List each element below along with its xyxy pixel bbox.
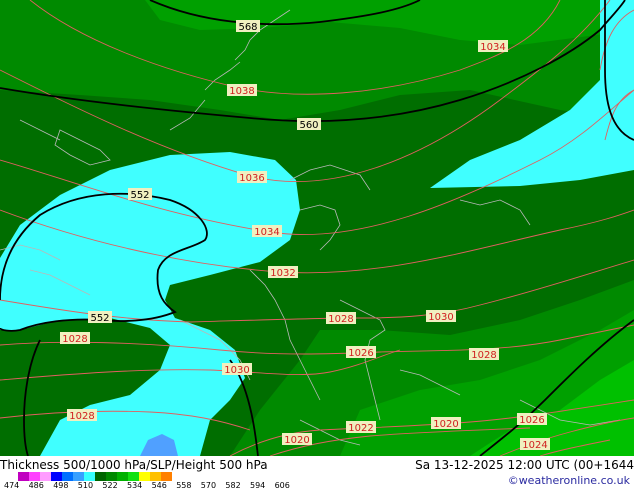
height-label: 552	[130, 190, 149, 201]
scale-tick-label: 474	[4, 481, 20, 490]
scale-tick-label: 558	[176, 481, 192, 490]
scale-swatch	[128, 472, 139, 481]
isobar-label: 1038	[229, 86, 254, 97]
isobar-label: 1028	[69, 411, 94, 422]
scale-swatch	[106, 472, 117, 481]
isobar-label: 1030	[224, 365, 249, 376]
scale-swatch	[73, 472, 84, 481]
map-title: Thickness 500/1000 hPa/SLP/Height 500 hP…	[0, 458, 268, 472]
scale-swatch	[51, 472, 62, 481]
isobar-label: 1026	[519, 415, 544, 426]
scale-tick-label: 522	[102, 481, 118, 490]
scale-tick-label: 582	[225, 481, 241, 490]
scale-swatch	[161, 472, 172, 481]
scale-tick-label: 594	[250, 481, 266, 490]
valid-time: Sa 13-12-2025 12:00 UTC (00+1644	[415, 458, 634, 472]
scale-tick-label: 606	[274, 481, 290, 490]
color-scale-bar	[18, 472, 172, 481]
scale-tick-label: 510	[77, 481, 94, 490]
isobar-label: 1028	[62, 334, 87, 345]
height-label: 552	[90, 313, 109, 324]
isobar-label: 1028	[328, 314, 353, 325]
isobar-label: 1034	[254, 227, 279, 238]
scale-swatch	[62, 472, 73, 481]
scale-tick-label: 546	[151, 481, 167, 490]
scale-swatch	[150, 472, 161, 481]
scale-swatch	[40, 472, 51, 481]
scale-tick-label: 498	[53, 481, 69, 490]
scale-swatch	[18, 472, 29, 481]
isobar-label: 1034	[480, 42, 505, 53]
credit-text: ©weatheronline.co.uk	[507, 474, 630, 487]
isobar-label: 1036	[239, 173, 264, 184]
isobar-label: 1024	[522, 440, 547, 451]
isobar-label: 1022	[348, 423, 373, 434]
isobar-label: 1028	[471, 350, 496, 361]
scale-tick-label: 534	[127, 481, 143, 490]
isobar-label: 1020	[284, 435, 309, 446]
scale-tick-label: 486	[28, 481, 44, 490]
isobar-label: 1026	[348, 348, 373, 359]
isobar-label: 1020	[433, 419, 458, 430]
height-label: 568	[238, 22, 257, 33]
scale-tick-label: 570	[200, 481, 217, 490]
isobar-label: 1032	[270, 268, 295, 279]
height-label: 560	[299, 120, 318, 131]
scale-swatch	[95, 472, 106, 481]
thickness-map: 568 560 552 552 1034 1038 1036 1034 1032…	[0, 0, 634, 456]
scale-swatch	[29, 472, 40, 481]
scale-swatch	[139, 472, 150, 481]
scale-swatch	[84, 472, 95, 481]
weather-map-panel: 568 560 552 552 1034 1038 1036 1034 1032…	[0, 0, 634, 490]
color-scale-ticks: 474 486 498 510 522 534 546 558 570 582 594 606	[0, 481, 330, 490]
scale-swatch	[117, 472, 128, 481]
isobar-label: 1030	[428, 312, 453, 323]
